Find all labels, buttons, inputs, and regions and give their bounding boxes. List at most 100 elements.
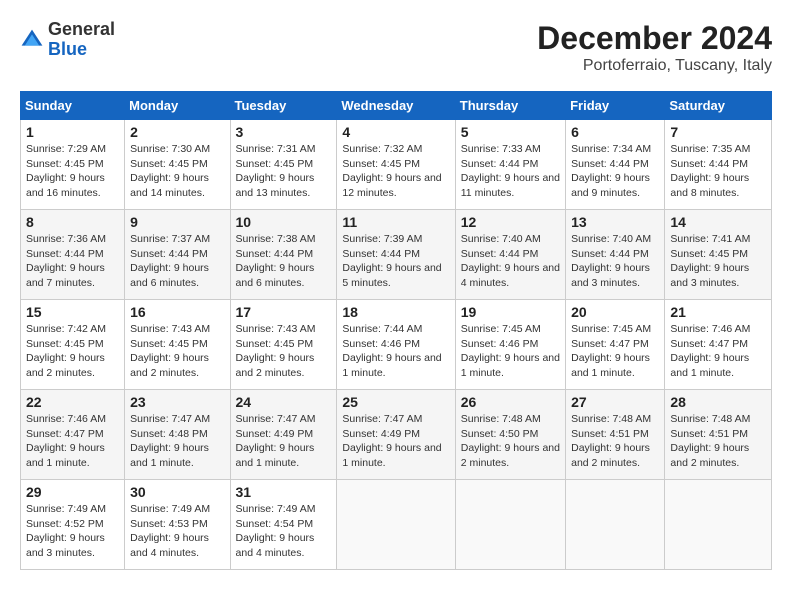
day-info: Sunrise: 7:44 AMSunset: 4:46 PMDaylight:… [342, 323, 441, 379]
calendar-cell: 9 Sunrise: 7:37 AMSunset: 4:44 PMDayligh… [125, 210, 230, 300]
day-number: 21 [670, 304, 766, 320]
day-number: 4 [342, 124, 449, 140]
col-sunday: Sunday [21, 92, 125, 120]
logo-blue: Blue [48, 39, 87, 59]
calendar-cell: 7 Sunrise: 7:35 AMSunset: 4:44 PMDayligh… [665, 120, 772, 210]
calendar-cell: 11 Sunrise: 7:39 AMSunset: 4:44 PMDaylig… [337, 210, 455, 300]
day-number: 18 [342, 304, 449, 320]
calendar-cell: 12 Sunrise: 7:40 AMSunset: 4:44 PMDaylig… [455, 210, 565, 300]
day-number: 17 [236, 304, 332, 320]
day-number: 23 [130, 394, 224, 410]
day-info: Sunrise: 7:47 AMSunset: 4:49 PMDaylight:… [236, 413, 316, 469]
day-info: Sunrise: 7:36 AMSunset: 4:44 PMDaylight:… [26, 233, 106, 289]
logo-text: General Blue [48, 20, 115, 60]
day-number: 16 [130, 304, 224, 320]
day-info: Sunrise: 7:47 AMSunset: 4:49 PMDaylight:… [342, 413, 441, 469]
day-info: Sunrise: 7:43 AMSunset: 4:45 PMDaylight:… [236, 323, 316, 379]
col-monday: Monday [125, 92, 230, 120]
day-number: 1 [26, 124, 119, 140]
day-info: Sunrise: 7:37 AMSunset: 4:44 PMDaylight:… [130, 233, 210, 289]
day-info: Sunrise: 7:47 AMSunset: 4:48 PMDaylight:… [130, 413, 210, 469]
calendar-week-row: 22 Sunrise: 7:46 AMSunset: 4:47 PMDaylig… [21, 390, 772, 480]
day-number: 22 [26, 394, 119, 410]
calendar-cell: 16 Sunrise: 7:43 AMSunset: 4:45 PMDaylig… [125, 300, 230, 390]
day-info: Sunrise: 7:43 AMSunset: 4:45 PMDaylight:… [130, 323, 210, 379]
day-info: Sunrise: 7:48 AMSunset: 4:50 PMDaylight:… [461, 413, 560, 469]
day-number: 13 [571, 214, 659, 230]
calendar-table: Sunday Monday Tuesday Wednesday Thursday… [20, 91, 772, 570]
day-info: Sunrise: 7:40 AMSunset: 4:44 PMDaylight:… [461, 233, 560, 289]
day-number: 20 [571, 304, 659, 320]
calendar-week-row: 15 Sunrise: 7:42 AMSunset: 4:45 PMDaylig… [21, 300, 772, 390]
calendar-cell: 26 Sunrise: 7:48 AMSunset: 4:50 PMDaylig… [455, 390, 565, 480]
calendar-cell [566, 480, 665, 570]
logo: General Blue [20, 20, 115, 60]
calendar-cell: 17 Sunrise: 7:43 AMSunset: 4:45 PMDaylig… [230, 300, 337, 390]
calendar-cell: 1 Sunrise: 7:29 AMSunset: 4:45 PMDayligh… [21, 120, 125, 210]
day-info: Sunrise: 7:29 AMSunset: 4:45 PMDaylight:… [26, 143, 106, 199]
day-info: Sunrise: 7:49 AMSunset: 4:53 PMDaylight:… [130, 503, 210, 559]
calendar-cell: 25 Sunrise: 7:47 AMSunset: 4:49 PMDaylig… [337, 390, 455, 480]
calendar-cell: 27 Sunrise: 7:48 AMSunset: 4:51 PMDaylig… [566, 390, 665, 480]
day-info: Sunrise: 7:35 AMSunset: 4:44 PMDaylight:… [670, 143, 750, 199]
calendar-cell: 31 Sunrise: 7:49 AMSunset: 4:54 PMDaylig… [230, 480, 337, 570]
col-wednesday: Wednesday [337, 92, 455, 120]
day-info: Sunrise: 7:31 AMSunset: 4:45 PMDaylight:… [236, 143, 316, 199]
calendar-cell: 13 Sunrise: 7:40 AMSunset: 4:44 PMDaylig… [566, 210, 665, 300]
calendar-week-row: 8 Sunrise: 7:36 AMSunset: 4:44 PMDayligh… [21, 210, 772, 300]
calendar-cell: 29 Sunrise: 7:49 AMSunset: 4:52 PMDaylig… [21, 480, 125, 570]
calendar-cell [337, 480, 455, 570]
day-number: 6 [571, 124, 659, 140]
day-info: Sunrise: 7:40 AMSunset: 4:44 PMDaylight:… [571, 233, 651, 289]
day-number: 27 [571, 394, 659, 410]
calendar-cell: 20 Sunrise: 7:45 AMSunset: 4:47 PMDaylig… [566, 300, 665, 390]
day-number: 19 [461, 304, 560, 320]
calendar-cell: 10 Sunrise: 7:38 AMSunset: 4:44 PMDaylig… [230, 210, 337, 300]
calendar-cell: 4 Sunrise: 7:32 AMSunset: 4:45 PMDayligh… [337, 120, 455, 210]
day-number: 8 [26, 214, 119, 230]
page-title: December 2024 [537, 20, 772, 57]
day-info: Sunrise: 7:41 AMSunset: 4:45 PMDaylight:… [670, 233, 750, 289]
day-info: Sunrise: 7:45 AMSunset: 4:47 PMDaylight:… [571, 323, 651, 379]
day-number: 26 [461, 394, 560, 410]
calendar-week-row: 1 Sunrise: 7:29 AMSunset: 4:45 PMDayligh… [21, 120, 772, 210]
calendar-cell: 5 Sunrise: 7:33 AMSunset: 4:44 PMDayligh… [455, 120, 565, 210]
logo-general: General [48, 19, 115, 39]
day-info: Sunrise: 7:49 AMSunset: 4:54 PMDaylight:… [236, 503, 316, 559]
calendar-cell: 21 Sunrise: 7:46 AMSunset: 4:47 PMDaylig… [665, 300, 772, 390]
col-friday: Friday [566, 92, 665, 120]
calendar-cell: 18 Sunrise: 7:44 AMSunset: 4:46 PMDaylig… [337, 300, 455, 390]
day-info: Sunrise: 7:34 AMSunset: 4:44 PMDaylight:… [571, 143, 651, 199]
day-info: Sunrise: 7:39 AMSunset: 4:44 PMDaylight:… [342, 233, 441, 289]
day-info: Sunrise: 7:30 AMSunset: 4:45 PMDaylight:… [130, 143, 210, 199]
day-info: Sunrise: 7:42 AMSunset: 4:45 PMDaylight:… [26, 323, 106, 379]
day-number: 2 [130, 124, 224, 140]
day-info: Sunrise: 7:33 AMSunset: 4:44 PMDaylight:… [461, 143, 560, 199]
day-info: Sunrise: 7:48 AMSunset: 4:51 PMDaylight:… [670, 413, 750, 469]
col-thursday: Thursday [455, 92, 565, 120]
day-info: Sunrise: 7:49 AMSunset: 4:52 PMDaylight:… [26, 503, 106, 559]
day-number: 31 [236, 484, 332, 500]
day-number: 9 [130, 214, 224, 230]
calendar-cell: 6 Sunrise: 7:34 AMSunset: 4:44 PMDayligh… [566, 120, 665, 210]
day-info: Sunrise: 7:48 AMSunset: 4:51 PMDaylight:… [571, 413, 651, 469]
day-info: Sunrise: 7:46 AMSunset: 4:47 PMDaylight:… [26, 413, 106, 469]
day-number: 25 [342, 394, 449, 410]
calendar-cell [665, 480, 772, 570]
day-number: 3 [236, 124, 332, 140]
calendar-cell: 24 Sunrise: 7:47 AMSunset: 4:49 PMDaylig… [230, 390, 337, 480]
day-number: 10 [236, 214, 332, 230]
day-number: 28 [670, 394, 766, 410]
day-info: Sunrise: 7:32 AMSunset: 4:45 PMDaylight:… [342, 143, 441, 199]
calendar-cell: 2 Sunrise: 7:30 AMSunset: 4:45 PMDayligh… [125, 120, 230, 210]
calendar-cell: 23 Sunrise: 7:47 AMSunset: 4:48 PMDaylig… [125, 390, 230, 480]
day-info: Sunrise: 7:46 AMSunset: 4:47 PMDaylight:… [670, 323, 750, 379]
calendar-cell: 28 Sunrise: 7:48 AMSunset: 4:51 PMDaylig… [665, 390, 772, 480]
calendar-cell: 22 Sunrise: 7:46 AMSunset: 4:47 PMDaylig… [21, 390, 125, 480]
calendar-week-row: 29 Sunrise: 7:49 AMSunset: 4:52 PMDaylig… [21, 480, 772, 570]
calendar-cell: 19 Sunrise: 7:45 AMSunset: 4:46 PMDaylig… [455, 300, 565, 390]
day-number: 29 [26, 484, 119, 500]
page-header: General Blue December 2024 Portoferraio,… [20, 20, 772, 75]
calendar-cell: 8 Sunrise: 7:36 AMSunset: 4:44 PMDayligh… [21, 210, 125, 300]
day-info: Sunrise: 7:38 AMSunset: 4:44 PMDaylight:… [236, 233, 316, 289]
